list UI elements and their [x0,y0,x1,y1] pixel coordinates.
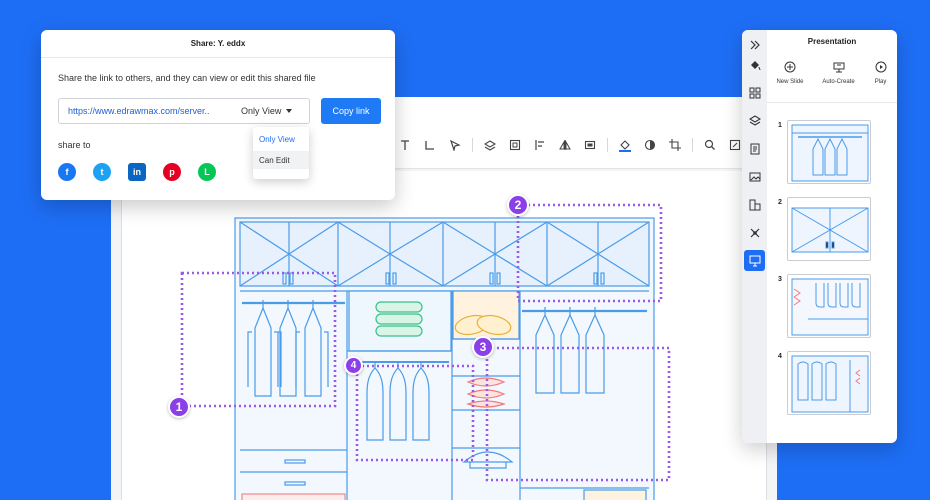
share-link-url[interactable]: https://www.edrawmax.com/server.. [59,106,241,116]
flip-icon[interactable] [557,137,573,153]
search-icon[interactable] [702,137,718,153]
permission-select[interactable]: Only View [241,106,293,116]
slide-4-preview [791,355,869,413]
pointer-icon[interactable] [447,137,463,153]
auto-create-label: Auto-Create [822,79,855,85]
slide-3-preview [791,278,869,336]
drawing-canvas[interactable] [121,171,767,500]
facebook-icon[interactable]: f [58,163,76,181]
share-dialog: Share: Y. eddx Share the link to others,… [41,30,395,200]
play-button[interactable]: Play [874,60,888,85]
share-to-label: share to [58,140,91,150]
slide-2-preview [791,207,869,253]
social-share-list: f t in p L [58,163,216,181]
twitter-glyph: t [100,167,104,177]
align-icon[interactable] [532,137,548,153]
slide-number: 2 [778,199,782,206]
play-label: Play [874,79,887,85]
linkedin-icon[interactable]: in [128,163,146,181]
toolbar-tools [397,137,768,153]
auto-create-icon [832,60,846,74]
presentation-icon[interactable] [744,250,765,271]
slide-number: 3 [778,276,782,283]
connector-icon[interactable] [422,137,438,153]
slide-number: 1 [778,122,782,129]
slide-thumbnail-3[interactable] [787,274,871,338]
shadow-icon[interactable] [642,137,658,153]
line-glyph: L [204,167,210,177]
pinterest-glyph: p [169,167,175,177]
slide-thumbnail-1[interactable] [787,120,871,184]
slide-number: 4 [778,353,782,360]
share-dialog-title: Share: Y. eddx [41,30,395,58]
new-slide-label: New Slide [776,79,804,85]
frame-icon[interactable] [582,137,598,153]
marker-3[interactable]: 3 [472,336,494,358]
copy-link-button[interactable]: Copy link [321,98,381,124]
fill-bucket-icon[interactable] [746,56,764,74]
presentation-panel: Presentation New Slide Auto-Create Play … [742,30,897,443]
line-icon[interactable]: L [198,163,216,181]
option-only-view[interactable]: Only View [253,130,309,148]
edit-icon[interactable] [727,137,743,153]
panel-actions: New Slide Auto-Create Play [767,60,897,85]
slide-1-preview [791,124,869,182]
permission-value: Only View [241,106,282,116]
slide-thumbnail-4[interactable] [787,351,871,415]
grid-icon[interactable] [746,84,764,102]
linkedin-glyph: in [133,167,141,177]
image-icon[interactable] [746,168,764,186]
document-icon[interactable] [746,140,764,158]
slide-thumbnail-2[interactable] [787,197,871,261]
plus-circle-icon [783,60,797,74]
fill-icon[interactable] [617,137,633,153]
group-icon[interactable] [507,137,523,153]
marker-2[interactable]: 2 [507,194,529,216]
text-icon[interactable] [397,137,413,153]
share-description: Share the link to others, and they can v… [58,73,316,83]
side-rail [742,30,767,443]
layers-icon[interactable] [746,112,764,130]
new-slide-button[interactable]: New Slide [776,60,803,85]
toolbar-divider [607,138,608,152]
collapse-icon[interactable] [746,36,764,54]
twitter-icon[interactable]: t [93,163,111,181]
connect-icon[interactable] [746,224,764,242]
auto-create-button[interactable]: Auto-Create [822,60,855,85]
facebook-glyph: f [65,167,69,177]
toolbar-divider [472,138,473,152]
marker-4[interactable]: 4 [344,356,363,375]
play-icon [874,60,888,74]
panel-divider [767,102,897,103]
marker-1[interactable]: 1 [168,396,190,418]
share-link-field[interactable]: https://www.edrawmax.com/server.. Only V… [58,98,310,124]
crop-icon[interactable] [667,137,683,153]
layers-icon[interactable] [482,137,498,153]
chart-icon[interactable] [746,196,764,214]
pinterest-icon[interactable]: p [163,163,181,181]
chevron-down-icon [286,109,293,113]
option-can-edit[interactable]: Can Edit [253,151,309,169]
toolbar-divider [692,138,693,152]
permission-dropdown: Only View Can Edit [253,127,309,179]
panel-title: Presentation [807,36,857,46]
